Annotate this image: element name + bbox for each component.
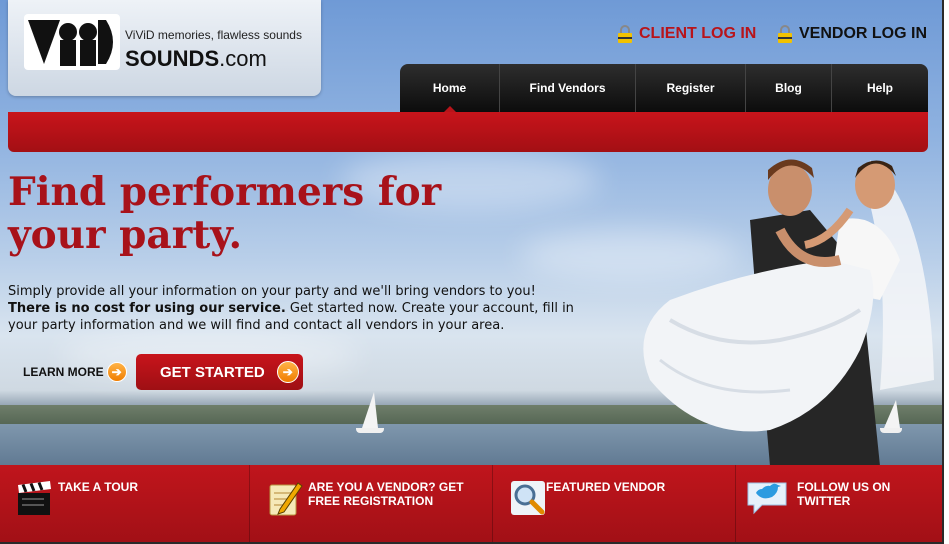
- client-login-link[interactable]: CLIENT LOG IN: [617, 24, 756, 44]
- wedding-couple-photo: [643, 159, 934, 466]
- hero-title: Find performers for your party.: [8, 169, 442, 258]
- nav-blog[interactable]: Blog: [746, 64, 832, 112]
- lock-icon: [618, 25, 632, 43]
- nav-find-vendors[interactable]: Find Vendors: [500, 64, 636, 112]
- hero-description: Simply provide all your information on y…: [8, 283, 578, 334]
- arrow-right-icon: ➔: [106, 362, 127, 382]
- nav-help[interactable]: Help: [832, 64, 928, 112]
- footer-featured-label: FEATURED VENDOR: [546, 480, 666, 494]
- footer-take-a-tour[interactable]: TAKE A TOUR: [0, 465, 250, 542]
- page: ViViD memories, flawless sounds SOUNDS.c…: [0, 0, 944, 544]
- footer-featured-vendor[interactable]: FEATURED VENDOR: [493, 465, 736, 542]
- lock-icon: [778, 25, 792, 43]
- twitter-bird-icon: [747, 482, 787, 515]
- magnifier-icon: [511, 481, 545, 515]
- logo-brand-bold: SOUNDS: [125, 46, 220, 71]
- nav-sub-bar: [8, 112, 928, 152]
- footer-bar: TAKE A TOUR ARE YOU A VENDOR? GET FREE R…: [0, 465, 942, 542]
- learn-more-link[interactable]: LEARN MORE ➔: [23, 362, 127, 382]
- client-login-label: CLIENT LOG IN: [639, 25, 757, 42]
- vendor-login-label: VENDOR LOG IN: [799, 25, 928, 42]
- footer-vendor-label: ARE YOU A VENDOR? GET FREE REGISTRATION: [308, 480, 464, 508]
- hero-text-line1: Simply provide all your information on y…: [8, 284, 536, 299]
- hero-text-bold: There is no cost for using our service.: [8, 301, 286, 316]
- main-nav: Home Find Vendors Register Blog Help: [400, 64, 928, 113]
- pencil-paper-icon: [269, 482, 303, 516]
- logo-brand: SOUNDS.com: [125, 46, 267, 72]
- vendor-login-link[interactable]: VENDOR LOG IN: [777, 24, 927, 44]
- vivid-logo-icon: [24, 14, 120, 70]
- nav-home[interactable]: Home: [400, 64, 500, 113]
- footer-vendor-registration[interactable]: ARE YOU A VENDOR? GET FREE REGISTRATION: [250, 465, 493, 542]
- clapperboard-icon: [18, 481, 51, 515]
- logo-box[interactable]: ViViD memories, flawless sounds SOUNDS.c…: [8, 0, 321, 96]
- get-started-button[interactable]: GET STARTED ➔: [136, 354, 303, 390]
- sailboat: [362, 392, 378, 428]
- arrow-right-icon: ➔: [276, 361, 299, 383]
- footer-tour-label: TAKE A TOUR: [58, 480, 138, 494]
- nav-register[interactable]: Register: [636, 64, 746, 112]
- learn-more-label: LEARN MORE: [23, 365, 104, 379]
- sailboat-hull: [356, 428, 384, 433]
- get-started-label: GET STARTED: [160, 363, 265, 381]
- logo-tagline: ViViD memories, flawless sounds: [125, 28, 302, 42]
- footer-twitter-label: FOLLOW US ON TWITTER: [797, 480, 891, 508]
- footer-twitter[interactable]: FOLLOW US ON TWITTER: [736, 465, 942, 542]
- logo-brand-suffix: .com: [219, 46, 267, 71]
